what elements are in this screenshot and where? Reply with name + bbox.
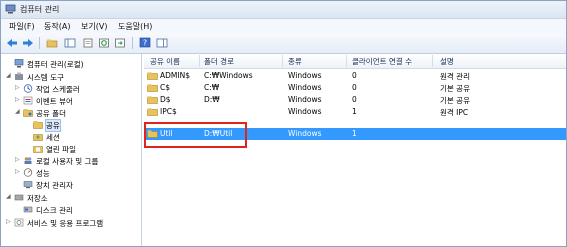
list-header: 공유 이름 폴더 경로 종류 클라이언트 연결 수 설명 [144,54,566,69]
file-icon [33,146,43,153]
column-header-share-name[interactable]: 공유 이름 [150,56,180,67]
cell-folder-path: C:₩ [204,83,220,92]
cell-folder-path: D:₩ [204,95,220,104]
cell-description: 기본 공유 [440,96,470,105]
cell-client-count: 1 [352,107,357,116]
table-row[interactable]: ADMIN$ C:₩Windows Windows 0 원격 관리 [144,70,566,82]
cell-share-name: C$ [160,83,171,92]
menu-action[interactable]: 동작(A) [44,21,70,32]
tree-item-label: 컴퓨터 관리(로컬) [27,60,84,69]
cell-client-count: 0 [352,95,357,104]
event-icon [23,96,33,105]
share-icon [147,72,158,80]
expand-arrow-icon[interactable]: ▷ [15,156,22,163]
back-arrow-icon[interactable] [5,36,19,49]
cell-folder-path: D:₩Util [204,129,233,138]
cell-share-name: IPC$ [160,107,177,116]
cell-client-count: 0 [352,83,357,92]
tree-item-label: 공유 폴더 [36,109,66,118]
tree-item-label: 이벤트 뷰어 [36,97,73,106]
show-tree-icon[interactable] [63,36,77,49]
collapse-arrow-icon[interactable]: ◢ [6,193,13,200]
column-header-client-connections[interactable]: 클라이언트 연결 수 [352,56,412,67]
cell-description: 원격 IPC [440,108,469,117]
menu-help[interactable]: 도움말(H) [118,21,152,32]
services-icon [14,218,24,227]
menu-view[interactable]: 보기(V) [81,21,107,32]
tools-icon [15,72,23,80]
table-row-selected[interactable]: Util D:₩Util Windows 1 [144,128,566,140]
navigation-tree: 컴퓨터 관리(로컬) ◢ 시스템 도구 ▷ 작업 스케줄러 ▷ 이벤트 뷰어 ◢… [1,54,142,246]
menu-bar: 파일(F) 동작(A) 보기(V) 도움말(H) [1,19,566,33]
up-folder-icon[interactable] [45,36,59,49]
panel-icon[interactable] [155,36,169,49]
tree-item-label: 디스크 관리 [36,206,73,215]
tree-item-label: 저장소 [27,194,48,203]
computer-management-window: 컴퓨터 관리 파일(F) 동작(A) 보기(V) 도움말(H) ? 컴퓨터 관리… [0,0,567,247]
tree-item-label: 장치 관리자 [36,181,73,190]
table-row[interactable]: D$ D:₩ Windows 0 기본 공유 [144,94,566,106]
window-title: 컴퓨터 관리 [20,5,60,14]
cell-description: 기본 공유 [440,84,470,93]
device-icon [23,181,33,189]
tree-item-label: 성능 [36,169,50,178]
table-row[interactable]: IPC$ Windows 1 원격 IPC [144,106,566,118]
tree-item-label: 세션 [46,133,60,142]
export-icon[interactable] [113,36,127,49]
column-header-folder-path[interactable]: 폴더 경로 [204,56,234,67]
cell-client-count: 1 [352,129,357,138]
users-icon [24,157,32,164]
share-icon [147,84,158,92]
expand-arrow-icon[interactable]: ▷ [15,84,22,91]
forward-arrow-icon[interactable] [21,36,35,49]
session-icon [33,134,43,141]
computer-icon [14,59,24,68]
refresh-icon[interactable] [97,36,111,49]
share-icon [147,130,158,138]
cell-type: Windows [288,107,322,116]
expand-arrow-icon[interactable]: ▷ [15,96,22,103]
collapse-arrow-icon[interactable]: ◢ [6,72,13,79]
expand-arrow-icon[interactable]: ▷ [6,218,13,225]
disk-icon [23,206,33,213]
share-icon [147,108,158,116]
help-icon[interactable]: ? [138,36,152,49]
menu-file[interactable]: 파일(F) [9,21,35,32]
cell-description: 원격 관리 [440,72,470,81]
column-header-description[interactable]: 설명 [440,56,454,67]
performance-icon [23,168,33,177]
shared-folder-icon [23,109,33,117]
share-icon [147,96,158,104]
title-bar: 컴퓨터 관리 [1,1,566,19]
cell-folder-path: C:₩Windows [204,71,253,80]
cell-share-name: D$ [160,95,171,104]
tree-item-label: 로컬 사용자 및 그룹 [36,157,99,166]
cell-type: Windows [288,71,322,80]
svg-text:?: ? [143,39,147,48]
toolbar: ? [1,33,566,54]
expand-arrow-icon[interactable]: ▷ [15,168,22,175]
computer-management-icon [5,4,16,14]
properties-icon[interactable] [81,36,95,49]
cell-type: Windows [288,95,322,104]
clock-icon [23,84,33,93]
cell-client-count: 0 [352,71,357,80]
collapse-arrow-icon[interactable]: ◢ [15,108,22,115]
tree-item-label: 열린 파일 [46,145,76,154]
tree-item-label: 작업 스케줄러 [36,85,80,94]
shares-list: 공유 이름 폴더 경로 종류 클라이언트 연결 수 설명 ADMIN$ C:₩W… [144,54,566,246]
cell-share-name: ADMIN$ [160,71,190,80]
cell-share-name: Util [160,129,173,138]
tree-item-label: 시스템 도구 [27,73,64,82]
tree-item-label: 서비스 및 응용 프로그램 [27,219,104,228]
column-header-type[interactable]: 종류 [288,56,302,67]
cell-type: Windows [288,129,322,138]
share-icon [33,121,43,129]
tree-item-label: 공유 [45,119,61,132]
storage-icon [14,194,24,201]
table-row[interactable]: C$ C:₩ Windows 0 기본 공유 [144,82,566,94]
cell-type: Windows [288,83,322,92]
